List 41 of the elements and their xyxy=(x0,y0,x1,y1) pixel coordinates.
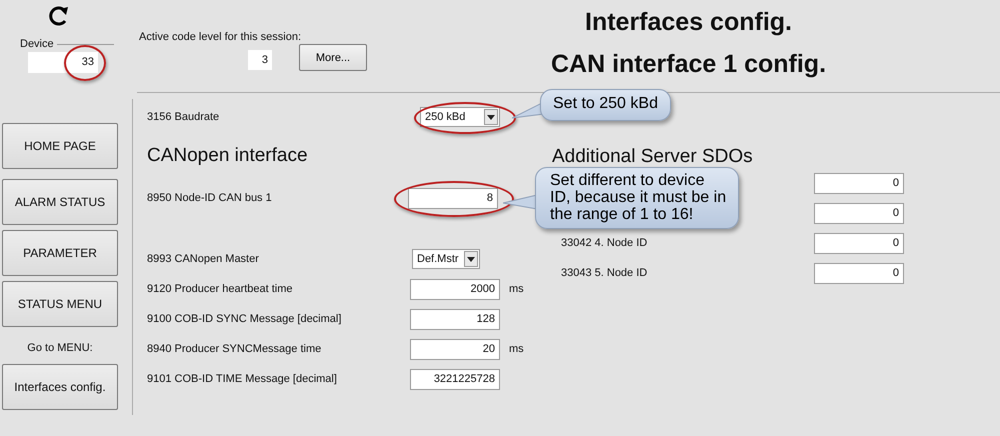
unit-label: ms xyxy=(509,343,524,355)
nav-button[interactable]: HOME PAGE xyxy=(2,123,118,169)
nav-button[interactable]: PARAMETER xyxy=(2,230,118,276)
section-heading: Additional Server SDOs xyxy=(552,146,754,169)
more-button[interactable]: More... xyxy=(299,44,367,71)
field-label: 9120 Producer heartbeat time xyxy=(147,283,294,295)
field-label: 8950 Node-ID CAN bus 1 xyxy=(147,192,273,204)
value-field[interactable]: 0 xyxy=(814,232,904,254)
field-label: 33043 5. Node ID xyxy=(561,267,648,279)
nav-button[interactable]: Interfaces config. xyxy=(2,364,118,410)
page-title: Interfaces config. xyxy=(585,7,792,38)
value-field[interactable]: 0 xyxy=(814,202,904,224)
nav-button[interactable]: ALARM STATUS xyxy=(2,179,118,225)
value-field[interactable]: 128 xyxy=(410,308,500,330)
value-field[interactable]: 0 xyxy=(814,172,904,194)
nav-button[interactable]: STATUS MENU xyxy=(2,281,118,327)
value-field[interactable]: 0 xyxy=(814,262,904,284)
field-label: 9101 COB-ID TIME Message [decimal] xyxy=(147,373,338,385)
device-label: Device xyxy=(20,38,54,50)
field-label: 3156 Baudrate xyxy=(147,111,220,123)
value-field[interactable]: 2000 xyxy=(410,278,500,300)
field-label: 9100 COB-ID SYNC Message [decimal] xyxy=(147,313,342,325)
value-field[interactable]: 3221225728 xyxy=(410,368,500,390)
master-dropdown[interactable]: Def.Mstr xyxy=(412,249,480,269)
field-label: 33042 4. Node ID xyxy=(561,237,648,249)
code-level-field[interactable]: 3 xyxy=(248,50,272,70)
caret-icon xyxy=(487,114,495,120)
section-heading: CANopen interface xyxy=(147,145,309,168)
unit-label: ms xyxy=(509,283,524,295)
callout: Set different to device ID, because it must be in the range of 1 to 16! xyxy=(535,167,739,229)
value-field[interactable]: 20 xyxy=(410,338,500,360)
baudrate-dropdown[interactable]: 250 kBd xyxy=(420,107,500,127)
field-label: 8993 CANopen Master xyxy=(147,253,260,265)
caret-icon xyxy=(467,256,475,262)
goto-label: Go to MENU: xyxy=(26,342,94,354)
device-field[interactable]: 33 xyxy=(28,52,98,73)
page-title: CAN interface 1 config. xyxy=(550,49,826,80)
callout: Set to 250 kBd xyxy=(540,89,671,121)
field-label: 8940 Producer SYNCMessage time xyxy=(147,343,322,355)
code-level-label: Active code level for this session: xyxy=(139,31,302,43)
node-id-field[interactable]: 8 xyxy=(408,188,498,208)
